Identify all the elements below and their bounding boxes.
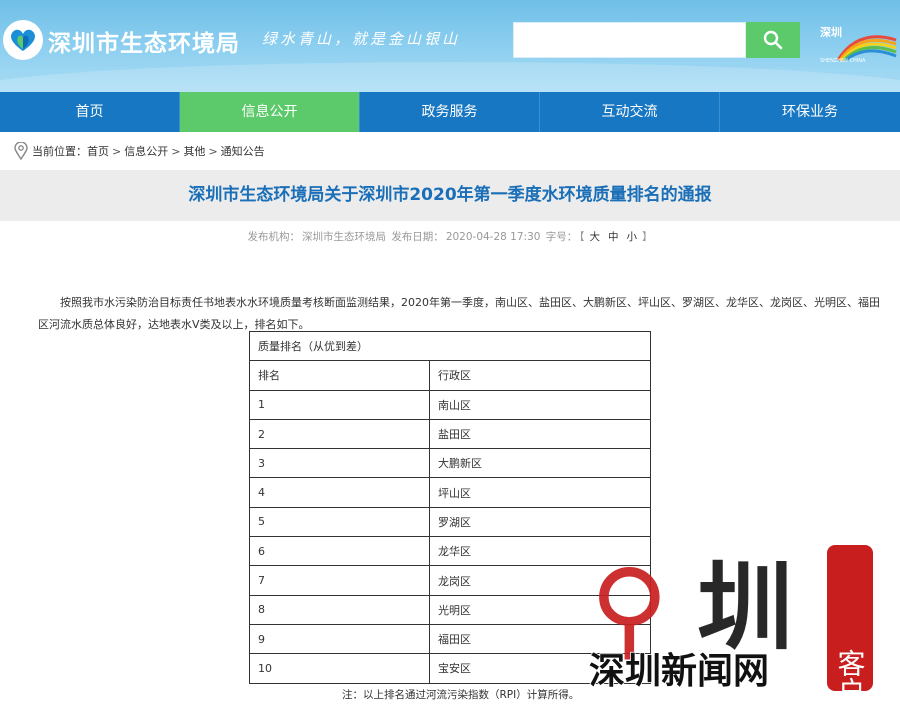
rank-cell: 3 [249,448,430,479]
breadcrumb-notices[interactable]: 通知公告 [221,143,265,159]
site-logo-icon[interactable] [3,20,43,60]
rank-cell: 1 [249,389,430,420]
table-row: 3 大鹏新区 [249,448,651,479]
rank-cell: 6 [249,536,430,567]
site-slogan: 绿水青山，就是金山银山 [262,30,461,48]
nav-item-gov-services[interactable]: 政务服务 [360,92,540,132]
district-cell: 坪山区 [429,477,651,508]
nav-item-env-business[interactable]: 环保业务 [720,92,900,132]
font-size-close-bracket: 】 [642,231,653,243]
table-caption: 质量排名（从优到差） [249,330,651,362]
nav-item-info-disclosure[interactable]: 信息公开 [180,92,360,132]
article-body: 按照我市水污染防治目标责任书地表水水环境质量考核断面监测结果，2020年第一季度… [38,292,888,336]
site-title[interactable]: 深圳市生态环境局 [48,24,240,58]
site-header: 深圳市生态环境局 绿水青山，就是金山银山 深圳 SHENZHEN CHINA [0,0,900,92]
font-size-small-button[interactable]: 小 [627,231,638,243]
shenzhen-news-watermark-logo: ⚲ 圳 客户端 深圳新闻网 [588,545,873,717]
svg-text:圳: 圳 [697,552,793,664]
location-pin-icon [14,142,28,160]
breadcrumb-info-disclosure[interactable]: 信息公开 [124,143,168,159]
main-nav: 首页 信息公开 政务服务 互动交流 环保业务 [0,92,900,132]
svg-text:客户端: 客户端 [834,649,867,717]
font-size-open-bracket: 【 [579,231,585,243]
article-paragraph: 按照我市水污染防治目标责任书地表水水环境质量考核断面监测结果，2020年第一季度… [38,296,880,331]
font-size-large-button[interactable]: 大 [590,231,601,243]
rank-cell: 4 [249,477,430,508]
svg-text:深圳新闻网: 深圳新闻网 [589,651,769,692]
breadcrumb-prefix: 当前位置： [32,145,87,158]
meta-org: 深圳市生态环境局 [301,231,386,243]
district-cell: 南山区 [429,389,651,420]
district-cell: 盐田区 [429,418,651,450]
svg-text:深圳: 深圳 [820,25,842,39]
nav-item-interaction[interactable]: 互动交流 [540,92,720,132]
rank-cell: 8 [249,594,430,625]
breadcrumb-separator: > [208,144,218,158]
rank-cell: 2 [249,418,430,450]
breadcrumb-home[interactable]: 首页 [87,143,109,159]
search-icon [763,30,783,50]
table-row: 5 罗湖区 [249,506,651,538]
table-footnote: 注：以上排名通过河流污染指数（RPI）计算所得。 [342,689,580,701]
meta-font-label: 字号： [545,231,578,243]
meta-date: 2020-04-28 17:30 [445,231,541,243]
header-wave-decoration [0,62,900,92]
rank-cell: 7 [249,565,430,596]
breadcrumb-separator: > [171,144,181,158]
district-cell: 大鹏新区 [429,448,651,479]
font-size-medium-button[interactable]: 中 [608,231,619,243]
table-row: 1 南山区 [249,389,651,420]
rank-cell: 5 [249,506,430,538]
search-input[interactable] [513,22,746,58]
article-title-band: 深圳市生态环境局关于深圳市2020年第一季度水环境质量排名的通报 [0,170,900,221]
meta-org-label: 发布机构： [247,231,300,243]
article-title: 深圳市生态环境局关于深圳市2020年第一季度水环境质量排名的通报 [188,185,712,205]
rank-cell: 9 [249,623,430,655]
breadcrumb-separator: > [112,144,122,158]
table-row: 4 坪山区 [249,477,651,508]
search-button[interactable] [746,22,800,58]
table-caption-row: 质量排名（从优到差） [249,330,651,362]
rank-cell: 10 [249,653,430,684]
table-header-district: 行政区 [429,360,651,391]
article-meta: 发布机构： 深圳市生态环境局 发布日期： 2020-04-28 17:30 字号：【… [0,229,900,244]
meta-date-label: 发布日期： [391,231,444,243]
table-header-rank: 排名 [249,360,430,391]
nav-item-home[interactable]: 首页 [0,92,180,132]
breadcrumb: 当前位置： 首页 > 信息公开 > 其他 > 通知公告 [14,141,265,161]
table-header-row: 排名 行政区 [249,360,651,391]
svg-text:SHENZHEN CHINA: SHENZHEN CHINA [820,58,866,64]
breadcrumb-other[interactable]: 其他 [183,143,205,159]
table-row: 2 盐田区 [249,418,651,450]
district-cell: 罗湖区 [429,506,651,538]
shenzhen-city-logo-icon: 深圳 SHENZHEN CHINA [820,25,897,64]
